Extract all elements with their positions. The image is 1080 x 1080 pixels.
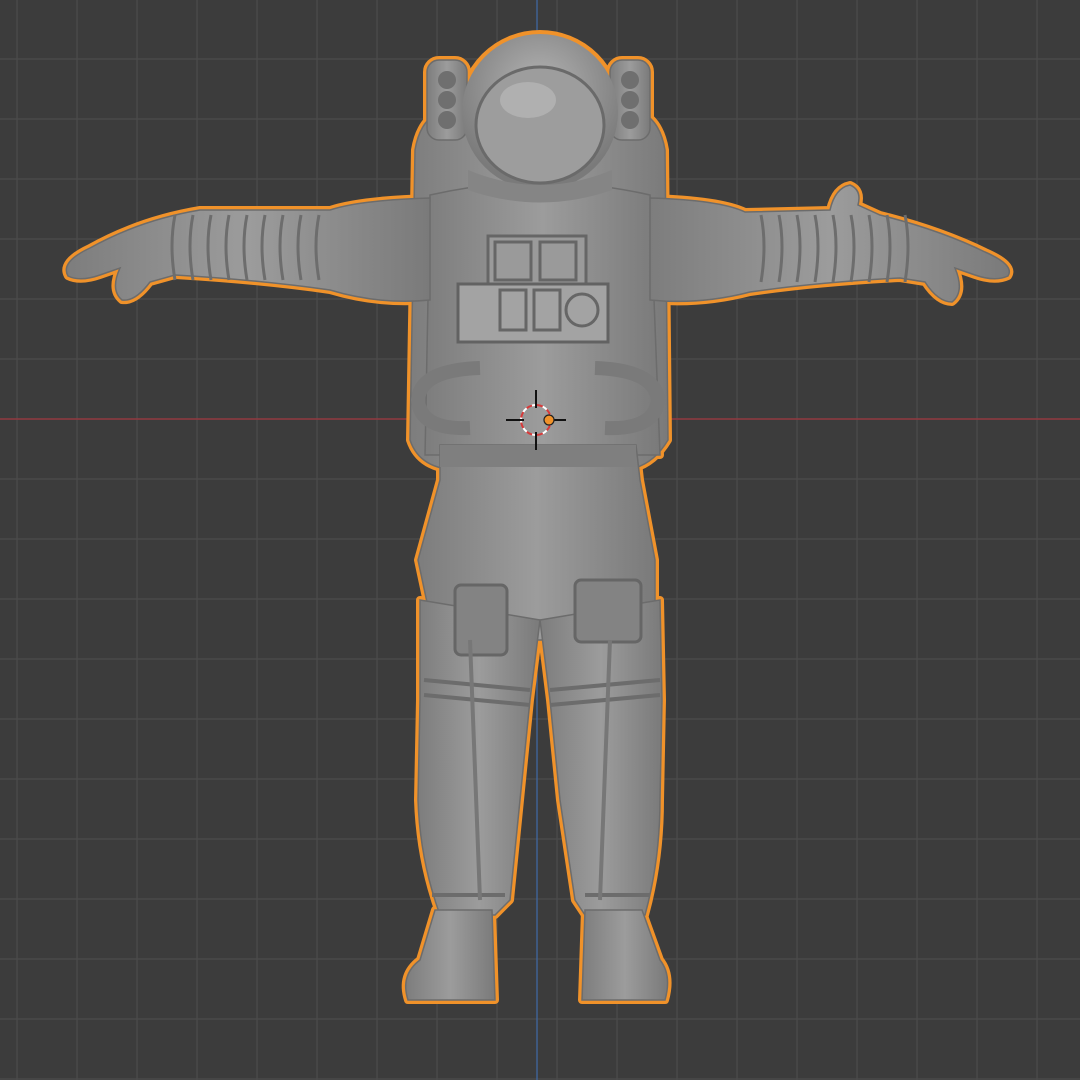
viewport-canvas[interactable] <box>0 0 1080 1080</box>
3d-viewport[interactable] <box>0 0 1080 1080</box>
object-origin-dot <box>543 414 555 426</box>
thigh-pocket-right <box>573 578 643 644</box>
belt <box>440 445 636 467</box>
thigh-pocket-left <box>453 583 509 657</box>
